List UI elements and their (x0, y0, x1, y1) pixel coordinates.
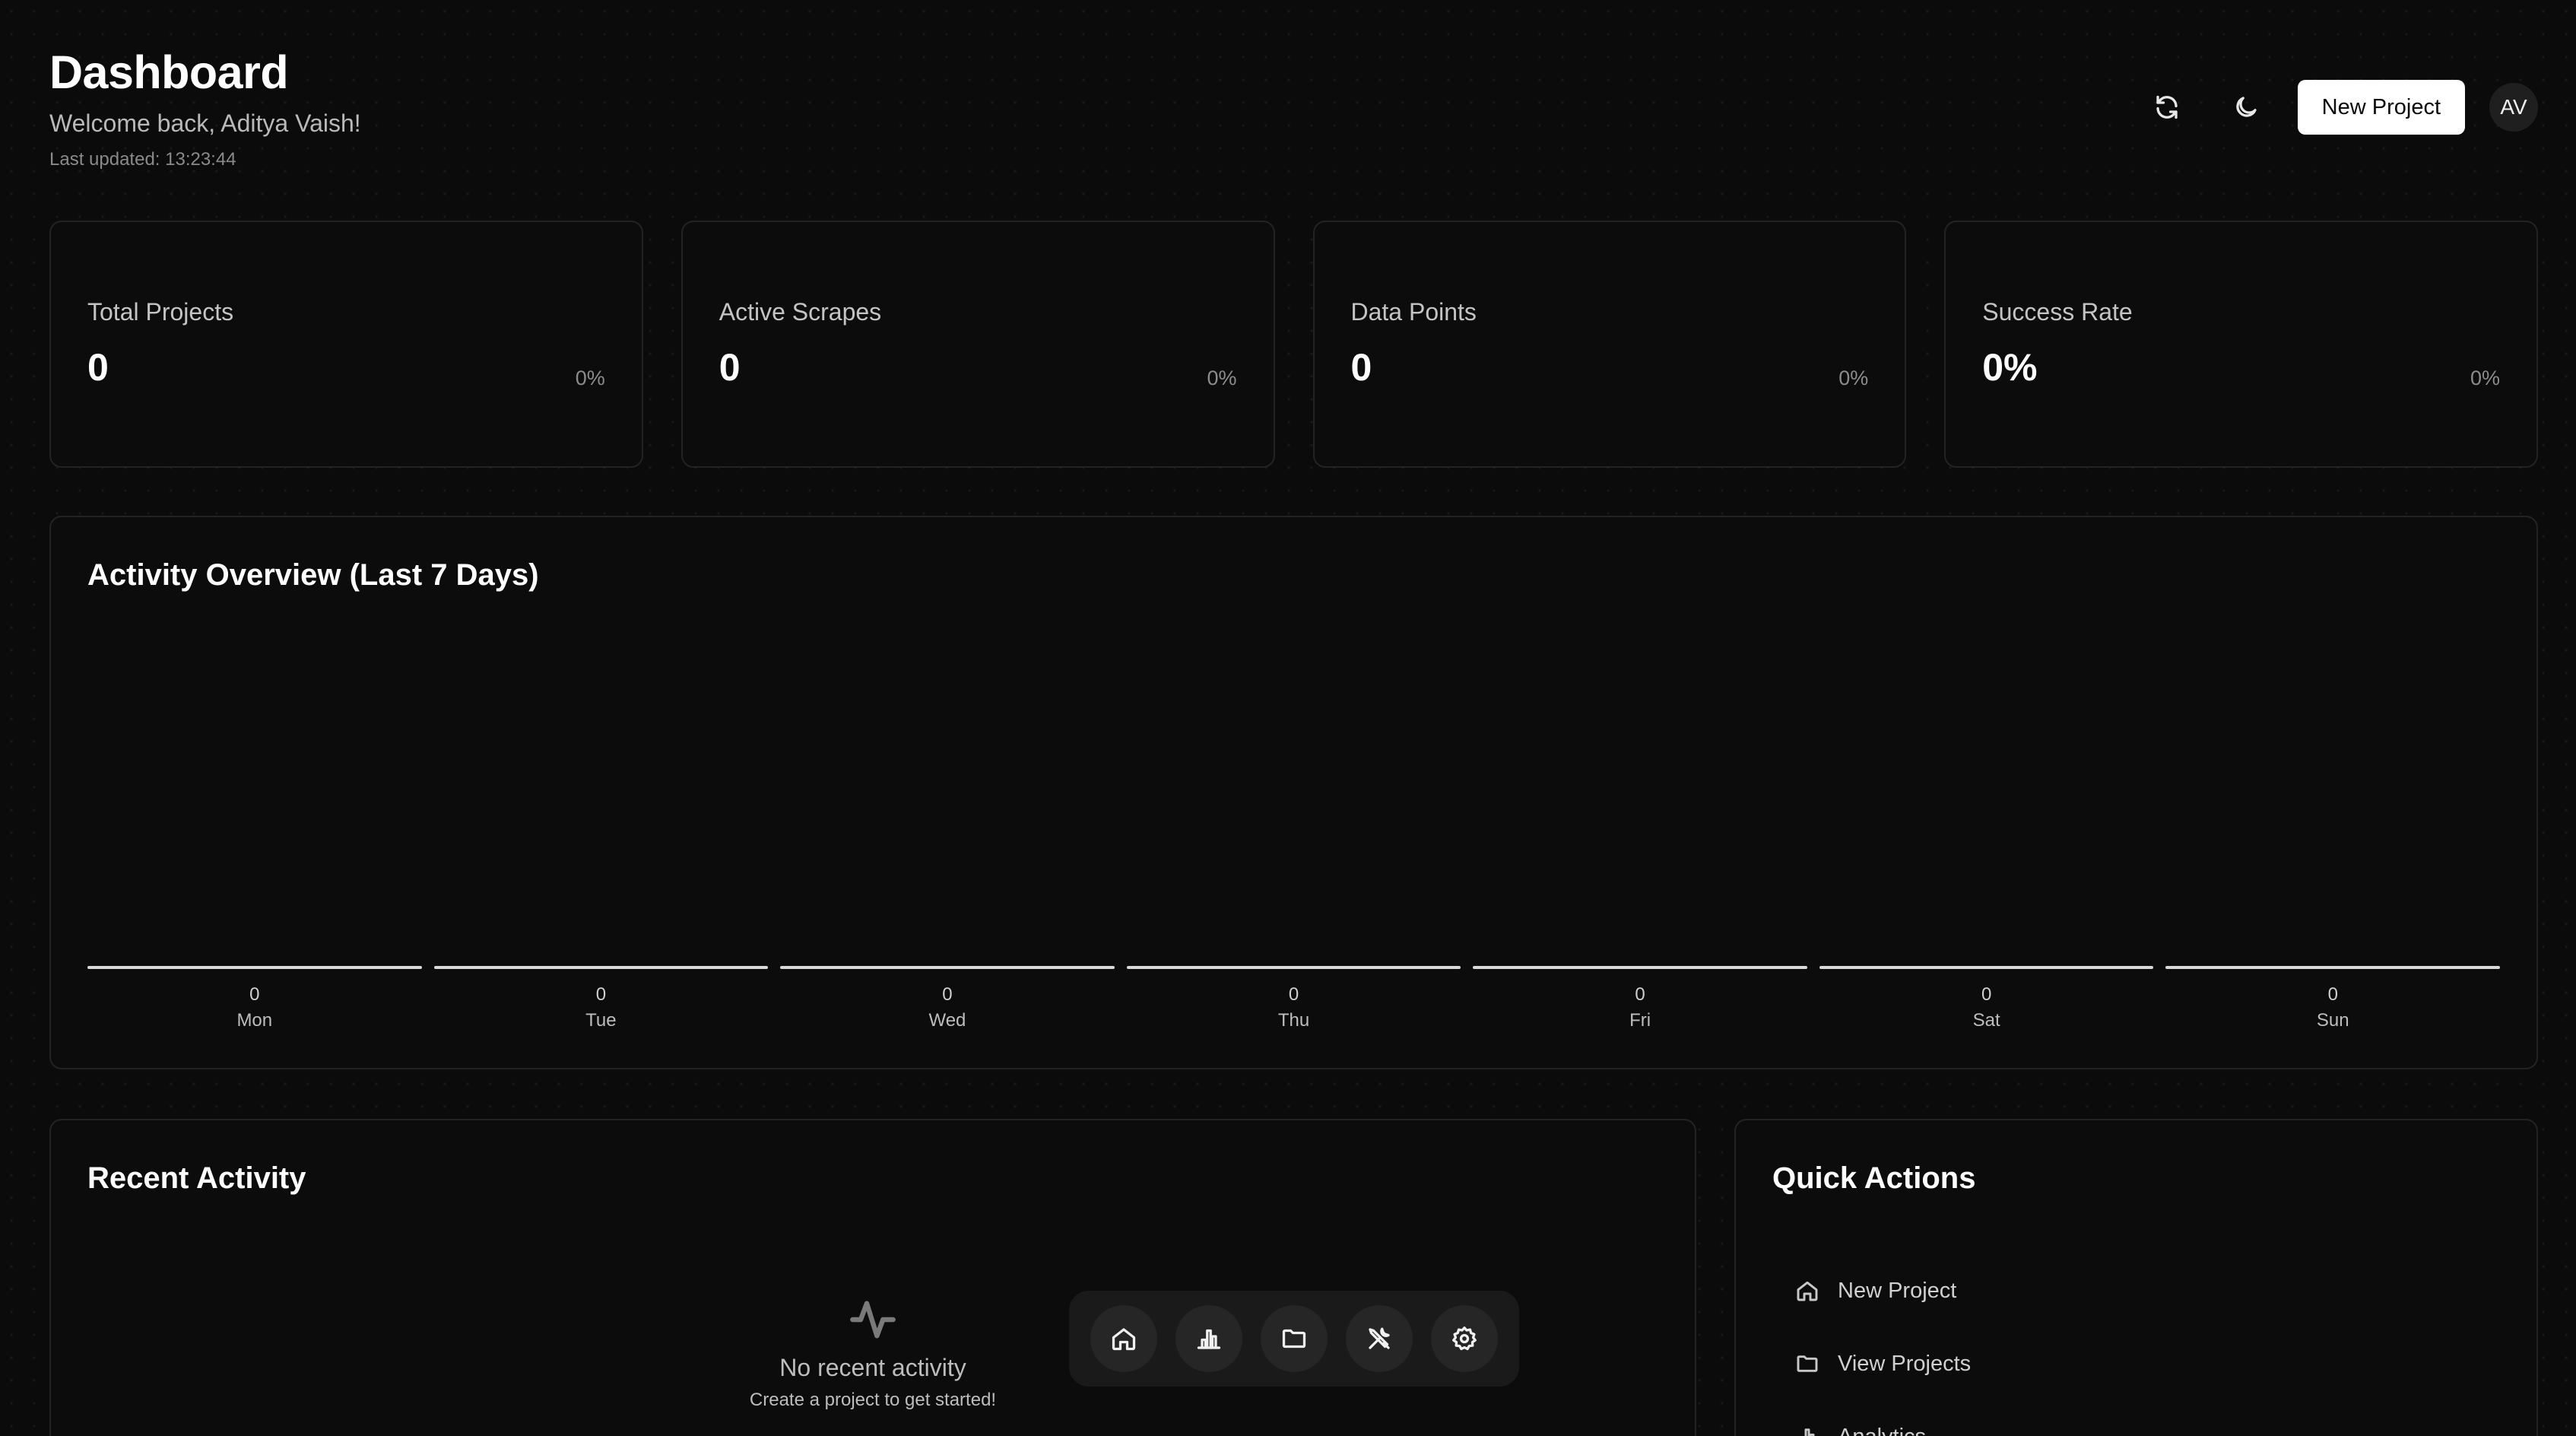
bar-chart-icon (1197, 1329, 1221, 1349)
bar-sat: 0 Sat (1819, 966, 2154, 1042)
stats-row: Total Projects 0 0% Active Scrapes 0 0% … (49, 221, 2538, 468)
bar-day-label: Sat (1972, 1010, 2000, 1031)
gear-icon (1452, 1326, 1477, 1351)
bar-mon: 0 Mon (87, 966, 422, 1042)
stat-value: 0 (719, 346, 741, 389)
quick-action-label: Analytics (1838, 1425, 1926, 1436)
stat-value: 0% (1982, 346, 2038, 389)
bar-baseline (1473, 966, 1807, 969)
bar-baseline (1819, 966, 2154, 969)
bar-baseline (2165, 966, 2501, 969)
page-header: Dashboard Welcome back, Aditya Vaish! La… (49, 46, 2538, 183)
home-icon (1112, 1328, 1136, 1351)
bar-tue: 0 Tue (433, 966, 769, 1042)
bar-day-label: Sun (2316, 1010, 2349, 1031)
theme-toggle-button[interactable] (2219, 80, 2273, 135)
bar-baseline (1126, 966, 1461, 969)
stat-label: Total Projects (87, 298, 234, 326)
quick-actions-title: Quick Actions (1772, 1161, 1976, 1195)
recent-activity-title: Recent Activity (87, 1161, 306, 1195)
bar-chart-icon (1804, 1428, 1815, 1436)
folder-icon (1282, 1329, 1306, 1349)
bar-day-label: Fri (1629, 1010, 1651, 1031)
bar-day-label: Tue (585, 1010, 617, 1031)
bar-baseline (433, 966, 769, 969)
bar-sun: 0 Sun (2165, 966, 2501, 1042)
bar-value: 0 (2327, 984, 2338, 1005)
activity-pulse-icon (850, 1301, 896, 1339)
stat-value: 0 (1350, 346, 1372, 389)
activity-overview-title: Activity Overview (Last 7 Days) (87, 558, 539, 592)
bar-value: 0 (942, 984, 953, 1005)
bar-baseline (87, 966, 422, 969)
quick-actions-list: New Project View Projects Analytics (1795, 1254, 1971, 1436)
bar-thu: 0 Thu (1126, 966, 1461, 1042)
quick-action-label: View Projects (1838, 1351, 1972, 1376)
floating-dock (1069, 1291, 1519, 1387)
stat-value: 0 (87, 346, 109, 389)
welcome-message: Welcome back, Aditya Vaish! (49, 110, 361, 137)
dock-tools-button[interactable] (1346, 1305, 1413, 1372)
stat-label: Active Scrapes (719, 298, 882, 326)
home-icon (1797, 1281, 1818, 1301)
activity-overview-card: Activity Overview (Last 7 Days) 0 Mon 0 … (49, 516, 2538, 1069)
dock-analytics-button[interactable] (1175, 1305, 1242, 1372)
bar-baseline (780, 966, 1115, 969)
refresh-icon (2156, 95, 2178, 119)
new-project-button[interactable]: New Project (2297, 80, 2465, 135)
bar-day-label: Thu (1277, 1010, 1310, 1031)
bar-fri: 0 Fri (1473, 966, 1807, 1042)
header-actions: New Project AV (2140, 80, 2538, 135)
last-updated-text: Last updated: 13:23:44 (49, 149, 236, 170)
quick-action-new-project[interactable]: New Project (1795, 1254, 1971, 1327)
bar-value: 0 (249, 984, 260, 1005)
stat-card-active-scrapes: Active Scrapes 0 0% (680, 221, 1275, 468)
stat-change: 0% (2470, 367, 2500, 389)
quick-action-view-projects[interactable]: View Projects (1795, 1327, 1971, 1400)
activity-bar-chart: 0 Mon 0 Tue 0 Wed 0 Thu 0 Fri 0 Sat 0 Su… (87, 966, 2501, 1042)
bar-day-label: Mon (236, 1010, 273, 1031)
stat-change: 0% (1838, 367, 1869, 389)
dock-projects-button[interactable] (1261, 1305, 1328, 1372)
recent-activity-card: Recent Activity No recent activity Creat… (49, 1119, 1696, 1436)
quick-action-analytics[interactable]: Analytics (1795, 1400, 1971, 1436)
quick-action-label: New Project (1838, 1278, 1957, 1303)
tools-icon (1369, 1327, 1390, 1349)
stat-label: Data Points (1350, 298, 1477, 326)
bar-value: 0 (595, 984, 607, 1005)
quick-actions-card: Quick Actions New Project View Projects … (1734, 1119, 2538, 1436)
avatar[interactable]: AV (2489, 83, 2538, 132)
bar-value: 0 (1635, 984, 1645, 1005)
dock-settings-button[interactable] (1431, 1305, 1498, 1372)
bar-wed: 0 Wed (780, 966, 1115, 1042)
stat-label: Success Rate (1982, 298, 2133, 326)
bar-value: 0 (1981, 984, 1992, 1005)
stat-change: 0% (575, 367, 605, 389)
moon-icon (2235, 97, 2257, 117)
bar-value: 0 (1288, 984, 1299, 1005)
refresh-button[interactable] (2140, 80, 2194, 135)
bar-day-label: Wed (928, 1010, 966, 1031)
dock-home-button[interactable] (1090, 1305, 1157, 1372)
stat-card-total-projects: Total Projects 0 0% (49, 221, 643, 468)
stat-change: 0% (1207, 367, 1237, 389)
empty-state-subtitle: Create a project to get started! (749, 1390, 997, 1410)
folder-icon (1797, 1355, 1818, 1372)
stat-card-success-rate: Success Rate 0% 0% (1944, 221, 2538, 468)
stat-card-data-points: Data Points 0 0% (1312, 221, 1907, 468)
